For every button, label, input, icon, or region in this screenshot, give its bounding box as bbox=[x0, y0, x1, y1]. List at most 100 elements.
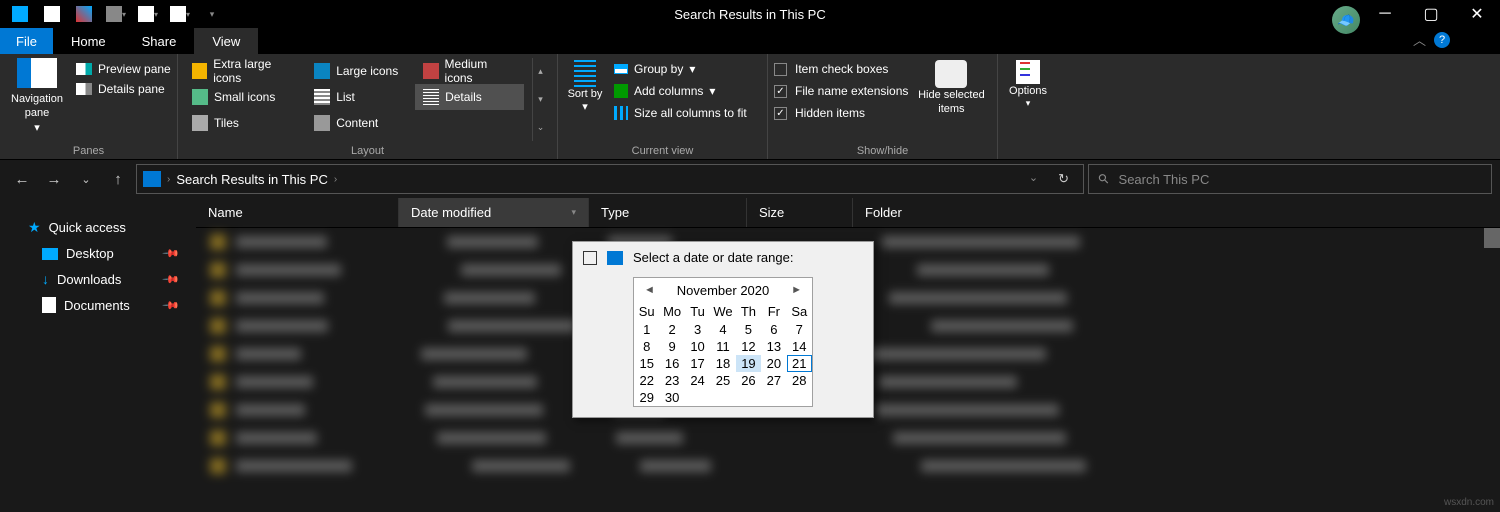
group-by-button[interactable]: Group by ▾ bbox=[614, 62, 747, 76]
refresh-button[interactable]: ↻ bbox=[1050, 171, 1077, 187]
calendar-day[interactable]: 25 bbox=[710, 372, 735, 389]
calendar-day[interactable]: 4 bbox=[710, 321, 735, 338]
help-icon[interactable]: ? bbox=[1434, 32, 1450, 48]
qat-icon[interactable]: ▾ bbox=[100, 0, 132, 28]
forward-button[interactable]: → bbox=[40, 165, 68, 193]
calendar-day[interactable]: 22 bbox=[634, 372, 659, 389]
calendar-day[interactable]: 27 bbox=[761, 372, 786, 389]
calendar-day[interactable]: 24 bbox=[685, 372, 710, 389]
qat-icon[interactable] bbox=[68, 0, 100, 28]
calendar-day[interactable]: 15 bbox=[634, 355, 659, 372]
col-type[interactable]: Type bbox=[589, 198, 747, 227]
sidebar-documents[interactable]: Documents📌 bbox=[0, 292, 196, 318]
layout-list[interactable]: List bbox=[306, 84, 415, 110]
calendar-day[interactable]: 18 bbox=[710, 355, 735, 372]
details-pane-button[interactable]: Details pane bbox=[76, 82, 171, 96]
sidebar-downloads[interactable]: ↓Downloads📌 bbox=[0, 266, 196, 292]
layout-content[interactable]: Content bbox=[306, 110, 415, 136]
pin-icon: 📌 bbox=[162, 270, 181, 289]
date-range-popup: Select a date or date range: ◄ November … bbox=[572, 241, 874, 418]
calendar-day[interactable]: 29 bbox=[634, 389, 659, 406]
history-dropdown[interactable]: ⌄ bbox=[72, 165, 100, 193]
col-size[interactable]: Size bbox=[747, 198, 853, 227]
col-folder[interactable]: Folder bbox=[853, 198, 1500, 227]
sort-by-button[interactable]: Sort by ▾ bbox=[564, 58, 606, 141]
search-input[interactable]: ⚲ Search This PC bbox=[1088, 164, 1492, 194]
list-item[interactable] bbox=[196, 452, 1500, 480]
home-tab[interactable]: Home bbox=[53, 28, 124, 54]
sidebar-quick-access[interactable]: ★Quick access bbox=[0, 214, 196, 241]
up-button[interactable]: ↑ bbox=[104, 165, 132, 193]
layout-small[interactable]: Small icons bbox=[184, 84, 306, 110]
maximize-button[interactable]: ▢ bbox=[1408, 0, 1454, 28]
hide-selected-button[interactable]: Hide selected items bbox=[916, 58, 986, 141]
calendar-month[interactable]: November 2020 bbox=[677, 283, 770, 298]
calendar-day[interactable]: 2 bbox=[659, 321, 684, 338]
preview-pane-button[interactable]: Preview pane bbox=[76, 62, 171, 76]
file-name-extensions[interactable]: ✓File name extensions bbox=[774, 84, 908, 98]
close-button[interactable]: ✕ bbox=[1454, 0, 1500, 28]
layout-medium[interactable]: Medium icons bbox=[415, 58, 524, 84]
calendar-day[interactable]: 5 bbox=[736, 321, 761, 338]
view-tab[interactable]: View bbox=[194, 28, 258, 54]
qat-icon[interactable] bbox=[4, 0, 36, 28]
nav-pane-label: Navigation pane bbox=[6, 92, 68, 121]
user-avatar-icon[interactable]: 🧢 bbox=[1332, 6, 1360, 34]
layout-scroll[interactable]: ▴▾⌄ bbox=[532, 58, 548, 141]
calendar-day[interactable]: 1 bbox=[634, 321, 659, 338]
calendar-day[interactable]: 23 bbox=[659, 372, 684, 389]
col-date-modified[interactable]: Date modified▾ bbox=[399, 198, 589, 227]
qat-icon[interactable] bbox=[36, 0, 68, 28]
calendar-day[interactable]: 16 bbox=[659, 355, 684, 372]
list-item[interactable] bbox=[196, 424, 1500, 452]
qat-icon[interactable]: ▾ bbox=[164, 0, 196, 28]
breadcrumb-dropdown[interactable]: ⌄ bbox=[1021, 171, 1046, 187]
desktop-icon bbox=[42, 248, 58, 260]
chevron-down-icon[interactable]: ▾ bbox=[571, 207, 576, 218]
calendar-day[interactable]: 17 bbox=[685, 355, 710, 372]
col-name[interactable]: Name bbox=[196, 198, 399, 227]
chevron-right-icon: › bbox=[334, 174, 337, 185]
calendar-day[interactable]: 6 bbox=[761, 321, 786, 338]
calendar-day[interactable]: 13 bbox=[761, 338, 786, 355]
layout-large[interactable]: Large icons bbox=[306, 58, 415, 84]
layout-details[interactable]: Details bbox=[415, 84, 524, 110]
prev-month-button[interactable]: ◄ bbox=[640, 282, 659, 298]
calendar-day[interactable]: 11 bbox=[710, 338, 735, 355]
qat-icon[interactable]: ▾ bbox=[132, 0, 164, 28]
hidden-items[interactable]: ✓Hidden items bbox=[774, 106, 908, 120]
calendar-day[interactable]: 20 bbox=[761, 355, 786, 372]
share-tab[interactable]: Share bbox=[124, 28, 195, 54]
vertical-scrollbar[interactable] bbox=[1484, 228, 1500, 248]
qat-dropdown[interactable]: ▾ bbox=[196, 0, 228, 28]
calendar-day[interactable]: 30 bbox=[659, 389, 684, 406]
calendar-day[interactable]: 10 bbox=[685, 338, 710, 355]
calendar-day[interactable]: 8 bbox=[634, 338, 659, 355]
calendar-day-header: Fr bbox=[761, 302, 786, 321]
file-tab[interactable]: File bbox=[0, 28, 53, 54]
calendar-day[interactable]: 21 bbox=[787, 355, 812, 372]
minimize-button[interactable]: ─ bbox=[1362, 0, 1408, 28]
layout-tiles[interactable]: Tiles bbox=[184, 110, 306, 136]
columns-icon bbox=[614, 84, 628, 98]
date-filter-checkbox[interactable] bbox=[583, 251, 597, 265]
calendar-day[interactable]: 28 bbox=[787, 372, 812, 389]
options-button[interactable]: Options ▾ bbox=[1004, 58, 1052, 153]
breadcrumb[interactable]: › Search Results in This PC › ⌄ ↻ bbox=[136, 164, 1084, 194]
item-check-boxes[interactable]: Item check boxes bbox=[774, 62, 908, 76]
calendar-day[interactable]: 12 bbox=[736, 338, 761, 355]
calendar-day[interactable]: 3 bbox=[685, 321, 710, 338]
navigation-pane-button[interactable]: Navigation pane ▾ bbox=[6, 58, 68, 141]
next-month-button[interactable]: ► bbox=[787, 282, 806, 298]
calendar-day[interactable]: 7 bbox=[787, 321, 812, 338]
sidebar-desktop[interactable]: Desktop📌 bbox=[0, 241, 196, 266]
layout-extra-large[interactable]: Extra large icons bbox=[184, 58, 306, 84]
size-columns-button[interactable]: Size all columns to fit bbox=[614, 106, 747, 120]
calendar-day[interactable]: 26 bbox=[736, 372, 761, 389]
ribbon-collapse-icon[interactable]: ︿ bbox=[1413, 30, 1426, 49]
calendar-day[interactable]: 14 bbox=[787, 338, 812, 355]
calendar-day[interactable]: 9 bbox=[659, 338, 684, 355]
back-button[interactable]: ← bbox=[8, 165, 36, 193]
add-columns-button[interactable]: Add columns ▾ bbox=[614, 84, 747, 98]
calendar-day[interactable]: 19 bbox=[736, 355, 761, 372]
